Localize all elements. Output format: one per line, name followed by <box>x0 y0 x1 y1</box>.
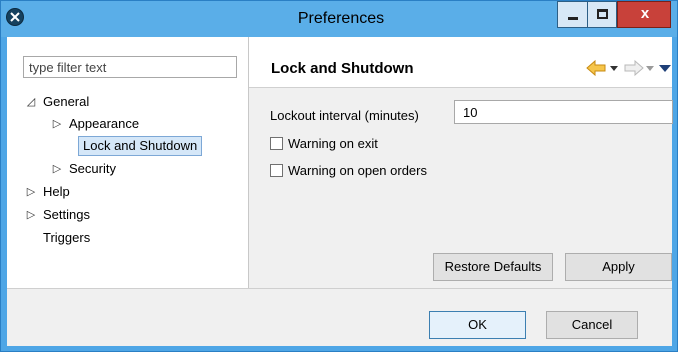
checkbox-label: Warning on open orders <box>288 163 427 178</box>
minimize-icon <box>568 17 578 20</box>
apply-button[interactable]: Apply <box>565 253 672 281</box>
preferences-window: Preferences x ◿ General ▷ Appearance Loc… <box>0 0 678 352</box>
checkbox-box[interactable] <box>270 137 283 150</box>
tree-item-lock-and-shutdown[interactable]: Lock and Shutdown <box>78 136 203 156</box>
collapsed-twisty-icon[interactable]: ▷ <box>51 114 63 134</box>
minimize-button[interactable] <box>557 1 587 28</box>
view-menu-icon[interactable] <box>659 59 671 77</box>
eclipse-icon <box>6 8 24 26</box>
collapsed-twisty-icon[interactable]: ▷ <box>25 205 37 225</box>
checkbox-label: Warning on exit <box>288 136 378 151</box>
tree-item-label: Appearance <box>69 116 140 131</box>
back-arrow-icon[interactable] <box>585 59 609 77</box>
collapsed-twisty-icon[interactable]: ▷ <box>51 159 63 179</box>
close-icon: x <box>640 5 650 22</box>
maximize-icon <box>597 9 608 19</box>
tree-item-label: Security <box>69 161 116 176</box>
lockout-interval-input[interactable] <box>454 100 673 124</box>
preference-page: Lock and Shutdown Lockout interval (minu… <box>249 37 673 288</box>
filter-input[interactable] <box>23 56 237 78</box>
expanded-twisty-icon[interactable]: ◿ <box>25 92 37 112</box>
forward-history-dropdown-icon[interactable] <box>645 59 655 77</box>
ok-button[interactable]: OK <box>429 311 526 339</box>
page-title: Lock and Shutdown <box>271 60 414 77</box>
checkbox-box[interactable] <box>270 164 283 177</box>
lockout-interval-label: Lockout interval (minutes) <box>270 108 419 123</box>
maximize-button[interactable] <box>587 1 617 28</box>
collapsed-twisty-icon[interactable]: ▷ <box>25 182 37 202</box>
cancel-button[interactable]: Cancel <box>546 311 638 339</box>
page-header: Lock and Shutdown <box>249 37 672 88</box>
tree-item-label: Settings <box>43 207 90 222</box>
tree-item-label: Triggers <box>43 230 91 245</box>
window-title: Preferences <box>297 10 385 27</box>
tree-item-label: Help <box>43 184 70 199</box>
back-history-dropdown-icon[interactable] <box>609 59 619 77</box>
tree-item-label: General <box>43 94 90 109</box>
forward-arrow-icon[interactable] <box>621 59 645 77</box>
dialog-body: ◿ General ▷ Appearance Lock and Shutdown… <box>7 37 673 346</box>
restore-defaults-button[interactable]: Restore Defaults <box>433 253 553 281</box>
close-button[interactable]: x <box>617 1 671 28</box>
title-bar[interactable]: Preferences x <box>1 1 677 37</box>
preference-tree-pane: ◿ General ▷ Appearance Lock and Shutdown… <box>7 37 249 288</box>
divider <box>7 288 672 289</box>
